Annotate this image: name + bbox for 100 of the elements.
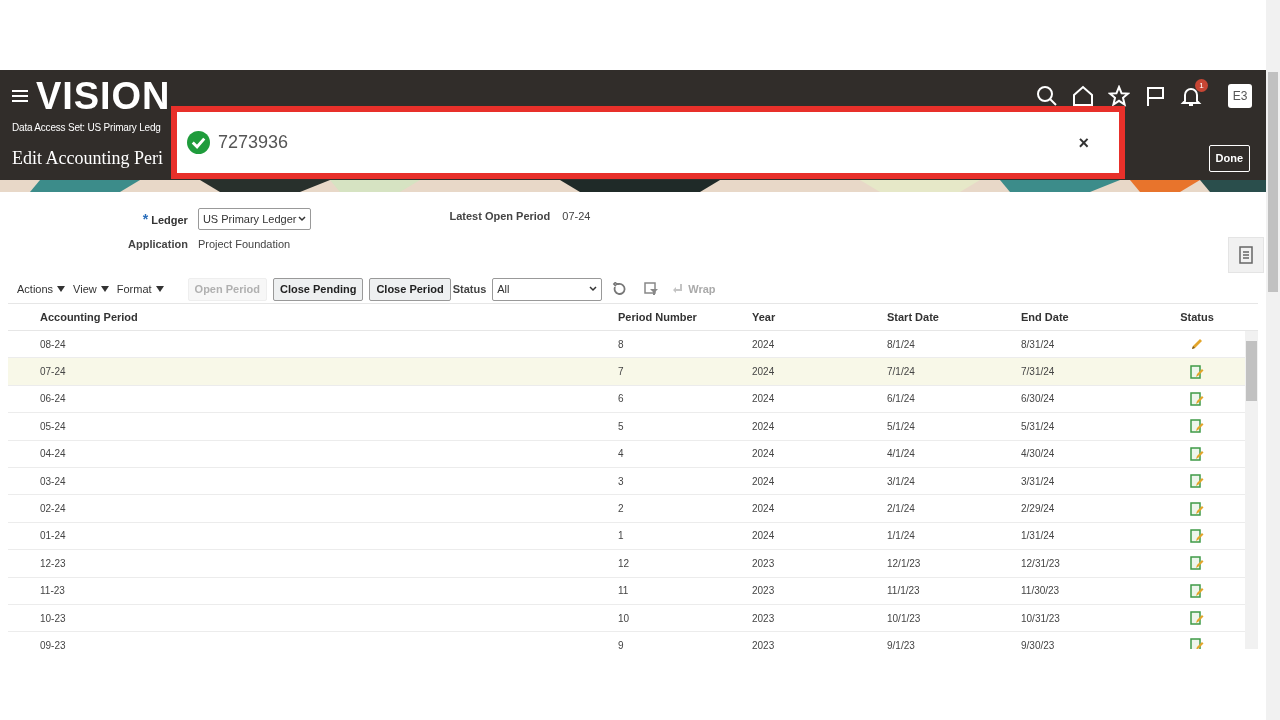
- column-header[interactable]: Accounting Period: [40, 308, 138, 326]
- done-button[interactable]: Done: [1208, 145, 1250, 172]
- caret-icon: [100, 286, 109, 292]
- table-cell-text: 03-24: [40, 474, 66, 489]
- status-select[interactable]: All: [492, 277, 603, 301]
- table-cell-text: 2023: [752, 584, 775, 599]
- bell-icon[interactable]: [1180, 85, 1202, 107]
- table-cell-text: 3: [618, 474, 624, 489]
- page-scrollbar[interactable]: [1266, 0, 1280, 720]
- search-icon[interactable]: [1036, 85, 1058, 107]
- column-header[interactable]: End Date: [1021, 308, 1069, 326]
- table-cell-text: 12-23: [40, 556, 66, 571]
- edit-document-icon: [1190, 583, 1204, 598]
- table-row[interactable]: 07-24 7 2024 7/1/24 7/31/24: [8, 358, 1245, 386]
- toolbar-menu[interactable]: View: [73, 280, 109, 298]
- table-cell-text: 2023: [752, 556, 775, 571]
- toolbar-button[interactable]: Close Period: [369, 277, 451, 301]
- edit-document-icon: [1190, 446, 1204, 461]
- column-header[interactable]: Period Number: [618, 308, 697, 326]
- column-header[interactable]: Start Date: [887, 308, 939, 326]
- table-cell-text: 4/30/24: [1021, 447, 1055, 462]
- user-avatar[interactable]: E3: [1228, 84, 1252, 108]
- table-cell-text: 6/1/24: [887, 392, 915, 407]
- table-scrollbar[interactable]: [1245, 331, 1258, 649]
- table-cell-text: 7/1/24: [887, 365, 915, 380]
- table-cell-text: 1/31/24: [1021, 529, 1055, 544]
- toast-message: 7273936: [218, 131, 289, 154]
- table-cell-text: 10: [618, 611, 630, 626]
- table-cell-text: 2/29/24: [1021, 502, 1055, 517]
- table-cell-text: 2024: [752, 447, 775, 462]
- table-cell-text: 2024: [752, 502, 775, 517]
- star-icon[interactable]: [1108, 85, 1130, 107]
- toolbar-button[interactable]: Close Pending: [273, 277, 364, 301]
- table-cell-text: 3/1/24: [887, 474, 915, 489]
- table-cell-text: 5/1/24: [887, 419, 915, 434]
- application-value: Project Foundation: [197, 237, 292, 252]
- chevron-down-icon: [298, 216, 307, 222]
- table-cell-text: 11-23: [40, 584, 65, 599]
- application-label: Application: [128, 237, 188, 252]
- table-cell-text: 02-24: [40, 502, 66, 517]
- table-cell-text: 2023: [752, 611, 775, 626]
- refresh-icon[interactable]: [612, 282, 627, 296]
- table-cell-text: 4/1/24: [887, 447, 915, 462]
- toolbar-menu[interactable]: Actions: [17, 280, 66, 298]
- column-header[interactable]: Year: [752, 308, 776, 326]
- table-cell-text: 05-24: [40, 419, 66, 434]
- flag-icon[interactable]: [1144, 85, 1166, 107]
- toolbar-menu[interactable]: Format: [116, 280, 164, 298]
- ledger-select[interactable]: US Primary Ledger: [197, 208, 312, 230]
- table-cell-text: 5: [618, 419, 624, 434]
- menu-icon[interactable]: [12, 89, 28, 103]
- close-button[interactable]: ×: [1078, 133, 1089, 152]
- table-cell-text: 09-23: [40, 639, 66, 649]
- ledger-label: Ledger: [151, 213, 188, 226]
- column-header[interactable]: Status: [1180, 308, 1214, 326]
- edit-document-icon: [1190, 501, 1204, 516]
- table-cell-text: 2024: [752, 337, 775, 352]
- table-cell-text: 10/31/23: [1021, 611, 1060, 626]
- table-cell-text: 11: [618, 584, 629, 599]
- data-access-set: Data Access Set: US Primary Ledg: [12, 121, 161, 135]
- table-cell-text: 12: [618, 556, 630, 571]
- home-icon[interactable]: [1072, 85, 1094, 107]
- details-panel-button[interactable]: [1228, 237, 1264, 273]
- table-cell-text: 2: [618, 502, 624, 517]
- edit-document-icon: [1190, 611, 1204, 626]
- edit-document-icon: [1190, 556, 1204, 571]
- page-title: Edit Accounting Peri: [12, 147, 163, 170]
- table-cell-text: 11/30/23: [1021, 584, 1060, 599]
- edit-document-icon: [1190, 638, 1204, 649]
- table-cell-text: 10-23: [40, 611, 66, 626]
- table-cell-text: 4: [618, 447, 624, 462]
- table-cell-text: 11/1/23: [887, 584, 920, 599]
- table-cell-text: 8/1/24: [887, 337, 915, 352]
- status-label: Status: [452, 281, 487, 297]
- table-cell-text: 8/31/24: [1021, 337, 1055, 352]
- edit-document-icon: [1190, 391, 1204, 406]
- edit-document-icon: [1190, 364, 1204, 379]
- edit-document-icon: [1190, 528, 1204, 543]
- table-cell-text: 8: [618, 337, 624, 352]
- table-cell-text: 06-24: [40, 392, 66, 407]
- logo: VISION: [36, 77, 171, 115]
- table-cell-text: 1/1/24: [887, 529, 915, 544]
- table-cell-text: 9/1/23: [887, 639, 915, 649]
- table-cell-text: 9: [618, 639, 624, 649]
- table-cell-text: 2024: [752, 419, 775, 434]
- table-cell-text: 7: [618, 365, 624, 380]
- latest-open-period-label: Latest Open Period: [449, 209, 551, 224]
- table-cell-text: 01-24: [40, 529, 66, 544]
- edit-document-icon: [1190, 474, 1204, 489]
- table-cell-text: 2023: [752, 639, 775, 649]
- table-cell-text: 7/31/24: [1021, 365, 1055, 380]
- required-mark: *: [142, 210, 149, 227]
- pencil-icon: [1190, 337, 1204, 352]
- table-cell-text: 5/31/24: [1021, 419, 1055, 434]
- table-cell-text: 12/1/23: [887, 556, 921, 571]
- table-cell-text: 2024: [752, 392, 775, 407]
- table-cell-text: 2024: [752, 365, 775, 380]
- table-cell-text: 2024: [752, 529, 775, 544]
- filter-icon[interactable]: [644, 282, 660, 296]
- table-cell-text: 2024: [752, 474, 775, 489]
